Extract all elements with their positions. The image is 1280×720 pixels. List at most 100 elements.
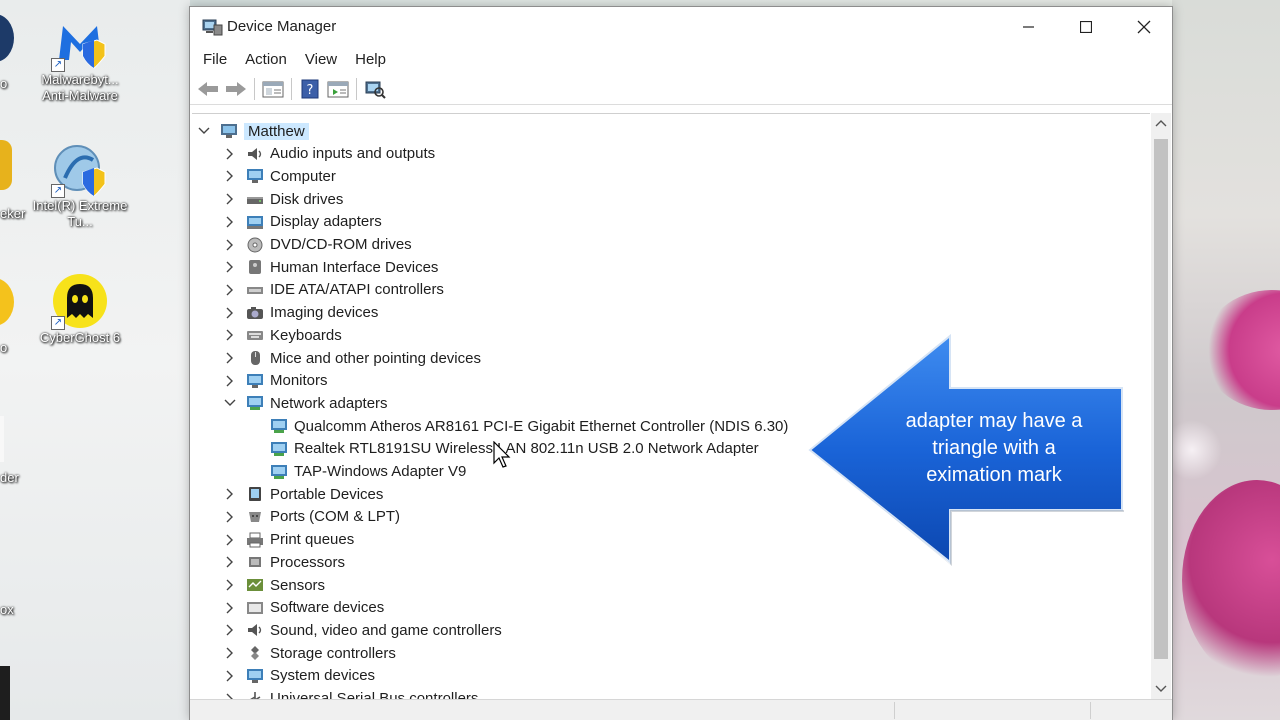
camera-icon [247,306,263,319]
ide-icon [247,286,263,294]
maximize-button[interactable] [1057,7,1115,46]
collapse-chevron-icon[interactable] [222,395,238,411]
scroll-up-icon[interactable] [1155,119,1167,127]
title-bar[interactable]: Device Manager [190,7,1172,46]
expand-chevron-icon[interactable] [222,327,238,343]
expand-chevron-icon[interactable] [222,645,238,661]
tree-category-row[interactable]: Sensors [222,574,325,596]
tree-category-label: Human Interface Devices [270,258,439,276]
tree-category-row[interactable]: Computer [222,165,336,187]
expand-chevron-icon[interactable] [222,622,238,638]
desktop-icon-intel-xtu[interactable]: ↗ Intel(R) Extreme Tu... [30,142,130,230]
minimize-button[interactable] [1000,7,1058,46]
properties-button[interactable] [259,76,287,102]
status-bar [190,699,1172,720]
mouse-cursor-icon [493,441,511,468]
maximize-icon [1080,20,1092,33]
expand-chevron-icon[interactable] [222,282,238,298]
desktop-icon-cyberghost[interactable]: ↗ CyberGhost 6 [30,274,130,346]
tree-category-row[interactable]: Ports (COM & LPT) [222,506,400,528]
tree-category-row[interactable]: Monitors [222,370,328,392]
partial-icon-label: o [0,76,8,91]
tree-category-row[interactable]: Print queues [222,529,354,551]
vertical-scrollbar[interactable] [1151,113,1171,699]
expand-chevron-icon[interactable] [222,668,238,684]
tree-category-row[interactable]: Keyboards [222,324,342,346]
tree-category-row[interactable]: Storage controllers [222,642,396,664]
collapse-chevron-icon[interactable] [196,123,212,139]
expand-chevron-icon[interactable] [222,350,238,366]
tree-category-row[interactable]: Network adapters [222,392,388,414]
expand-chevron-icon[interactable] [222,373,238,389]
status-divider [894,702,895,719]
tree-device-label: Qualcomm Atheros AR8161 PCI-E Gigabit Et… [294,417,789,435]
properties-icon [262,81,284,97]
tree-category-row[interactable]: Audio inputs and outputs [222,143,435,165]
expand-chevron-icon[interactable] [222,554,238,570]
tree-device-label: Realtek RTL8191SU Wireless LAN 802.11n U… [294,440,759,458]
expand-chevron-icon[interactable] [222,191,238,207]
menu-file[interactable]: File [194,51,236,68]
expand-chevron-icon[interactable] [222,691,238,699]
expand-chevron-icon[interactable] [222,305,238,321]
minimize-icon [1023,25,1034,28]
back-button[interactable] [194,76,222,102]
portable-device-icon [249,487,261,502]
partial-desktop-icon[interactable] [0,416,4,462]
expand-chevron-icon[interactable] [222,146,238,162]
expand-chevron-icon[interactable] [222,237,238,253]
scrollbar-thumb[interactable] [1154,139,1168,659]
expand-chevron-icon[interactable] [222,259,238,275]
desktop-icon-malwarebytes[interactable]: ↗ Malwarebyt... Anti-Malware [30,16,130,104]
tree-category-label: Monitors [270,372,328,390]
tree-category-row[interactable]: Imaging devices [222,302,378,324]
partial-desktop-icon[interactable] [0,140,12,190]
tree-category-row[interactable]: Mice and other pointing devices [222,347,481,369]
status-divider [1090,702,1091,719]
device-manager-icon [202,19,223,35]
forward-button[interactable] [222,76,250,102]
menu-action[interactable]: Action [236,51,296,68]
expand-chevron-icon[interactable] [222,168,238,184]
scan-hardware-button[interactable] [361,76,389,102]
back-arrow-icon [198,81,218,96]
expand-chevron-icon[interactable] [222,214,238,230]
expand-chevron-icon[interactable] [222,509,238,525]
monitor-icon [247,169,263,184]
update-driver-button[interactable] [324,76,352,102]
help-button[interactable]: ? [296,76,324,102]
tree-category-row[interactable]: DVD/CD-ROM drives [222,234,412,256]
tree-category-row[interactable]: Disk drives [222,188,343,210]
printer-icon [247,532,263,548]
tree-category-row[interactable]: Display adapters [222,211,382,233]
computer-icon [221,124,237,138]
tree-category-row[interactable]: Sound, video and game controllers [222,619,502,641]
network-icon [247,396,263,411]
menu-view[interactable]: View [296,51,346,68]
tree-category-row[interactable]: IDE ATA/ATAPI controllers [222,279,444,301]
tree-category-row[interactable]: Human Interface Devices [222,256,438,278]
toolbar-divider [356,77,357,100]
tree-root[interactable]: Matthew [196,120,309,142]
tree-category-row[interactable]: Portable Devices [222,483,383,505]
scroll-down-icon[interactable] [1155,685,1167,693]
partial-desktop-icon[interactable]: ‹ [0,546,4,586]
expand-chevron-icon[interactable] [222,486,238,502]
menu-help[interactable]: Help [346,51,395,68]
desktop-icon-label: CyberGhost 6 [39,330,121,345]
tree-category-row[interactable]: Universal Serial Bus controllers [222,688,478,699]
tree-device-label: TAP-Windows Adapter V9 [294,463,467,480]
tree-category-row[interactable]: System devices [222,665,375,687]
expand-chevron-icon[interactable] [222,577,238,593]
tree-device-row[interactable]: TAP-Windows Adapter V9 [262,461,466,483]
tree-category-row[interactable]: Software devices [222,597,384,619]
cpu-icon [249,557,261,568]
tree-device-row[interactable]: Qualcomm Atheros AR8161 PCI-E Gigabit Et… [262,415,788,437]
expand-chevron-icon[interactable] [222,600,238,616]
expand-chevron-icon[interactable] [222,532,238,548]
close-button[interactable] [1115,7,1173,46]
tree-root-label: Matthew [244,122,309,140]
tree-category-row[interactable]: Processors [222,551,345,573]
tree-category-label: Audio inputs and outputs [270,145,436,163]
partial-desktop-icon[interactable] [0,666,10,720]
